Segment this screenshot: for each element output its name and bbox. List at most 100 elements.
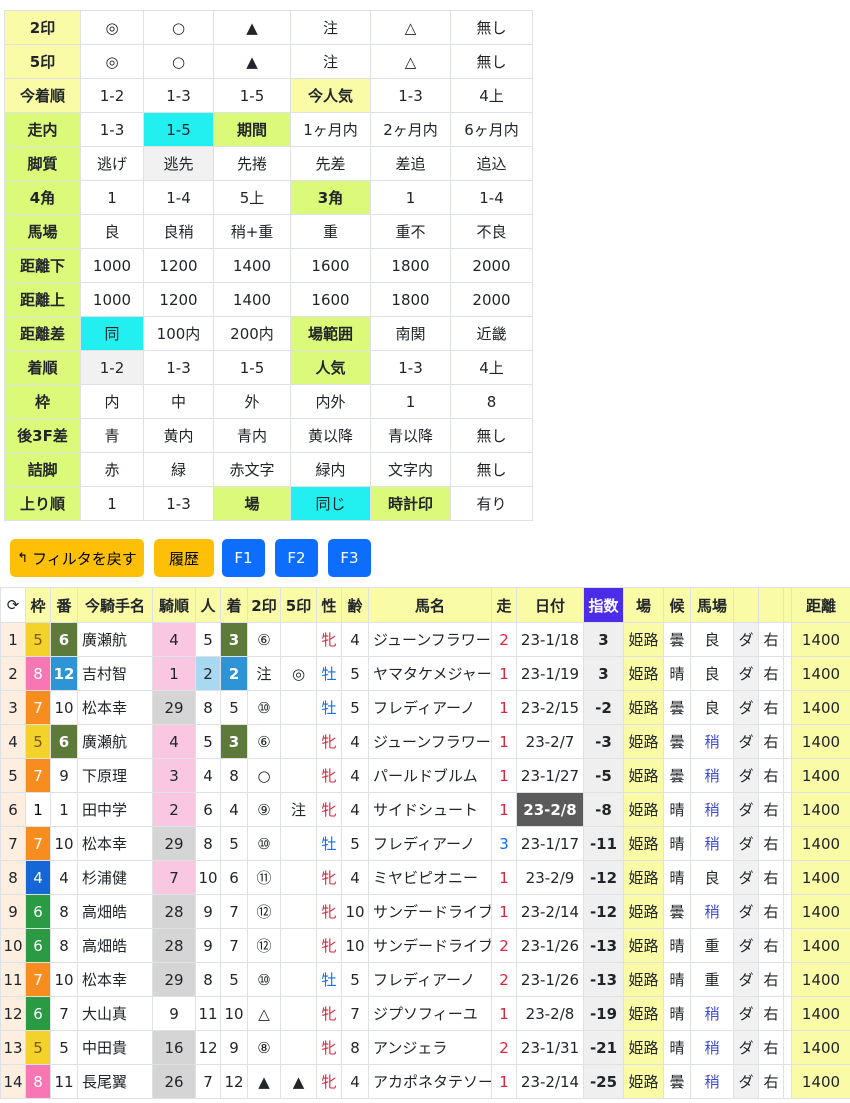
filter-option[interactable]: 無し (450, 10, 533, 45)
filter-option[interactable]: 先捲 (213, 146, 291, 181)
filter-option[interactable]: 2000 (450, 248, 533, 283)
filter-option[interactable]: 1-5 (213, 350, 291, 385)
column-header[interactable]: 走 (491, 587, 517, 623)
filter-option[interactable]: 良 (80, 214, 144, 249)
filter-option[interactable]: 無し (450, 452, 533, 487)
column-header[interactable]: 人 (195, 587, 221, 623)
filter-option[interactable]: 1200 (143, 248, 214, 283)
filter-option[interactable]: 無し (450, 418, 533, 453)
table-row[interactable]: 1 5 6 廣瀬航 4 5 3 ⑥ 牝 4 ジューンフラワー 2 23-1/18 3 姫路曇良ダ右 1400 (0, 622, 850, 657)
f3-button[interactable]: F3 (328, 539, 371, 577)
table-row[interactable]: 4 5 6 廣瀬航 4 5 3 ⑥ 牝 4 ジューンフラワー 1 23-2/7 -3 姫路曇稍ダ右 1400 (0, 724, 850, 759)
table-row[interactable]: 6 1 1 田中学 2 6 4 ⑨ 注牝 4 サイドシュート 1 23-2/8 -8 姫路晴稍ダ右 1400 (0, 792, 850, 827)
filter-option[interactable]: 1-3 (143, 78, 214, 113)
filter-option[interactable]: 重 (290, 214, 371, 249)
filter-option[interactable]: 南関 (370, 316, 451, 351)
filter-option[interactable]: 1 (370, 384, 451, 419)
filter-option[interactable]: 1-5 (213, 78, 291, 113)
table-row[interactable]: 12 6 7 大山真 9 11 10 △ 牝 7 ジプソフィーユ 1 23-2/8 -19 姫路晴稍ダ右 14… (0, 996, 850, 1031)
filter-option[interactable]: 1ヶ月内 (290, 112, 371, 147)
filter-option[interactable]: 1800 (370, 282, 451, 317)
table-row[interactable]: 9 6 8 高畑皓 28 9 7 ⑫ 牝 10 サンデードライブ 1 23-2/14 -12 姫路曇稍ダ右 1… (0, 894, 850, 929)
table-row[interactable]: 7 7 10 松本幸 29 8 5 ⑩ 牡 5 フレディアーノ 3 23-1/17 -11 姫路晴稍ダ右 14… (0, 826, 850, 861)
filter-option[interactable]: △ (370, 10, 451, 45)
filter-option[interactable]: 8 (450, 384, 533, 419)
column-header[interactable]: 日付 (516, 587, 584, 623)
filter-option[interactable]: 1800 (370, 248, 451, 283)
filter-option[interactable]: 4上 (450, 350, 533, 385)
filter-option[interactable]: 1400 (213, 282, 291, 317)
f2-button[interactable]: F2 (275, 539, 318, 577)
filter-option[interactable]: 無し (450, 44, 533, 79)
filter-option[interactable]: 先差 (290, 146, 371, 181)
column-header[interactable]: 馬名 (368, 587, 492, 623)
filter-option[interactable]: 1-2 (80, 78, 144, 113)
filter-option[interactable]: 6ヶ月内 (450, 112, 533, 147)
filter-option[interactable]: 1-3 (370, 78, 451, 113)
filter-option[interactable]: ◎ (80, 10, 144, 45)
filter-option[interactable]: 中 (143, 384, 214, 419)
column-header[interactable]: 場 (623, 587, 664, 623)
filter-option[interactable]: 1 (80, 486, 144, 521)
filter-option[interactable]: ◎ (80, 44, 144, 79)
filter-option[interactable]: 文字内 (370, 452, 451, 487)
filter-option[interactable]: ▲ (213, 10, 291, 45)
filter-option[interactable]: 稍+重 (213, 214, 291, 249)
table-row[interactable]: 5 7 9 下原理 3 4 8 ○ 牝 4 パールドブルム 1 23-1/27 -5 姫路曇稍ダ右 1400 (0, 758, 850, 793)
table-row[interactable]: 3 7 10 松本幸 29 8 5 ⑩ 牡 5 フレディアーノ 1 23-2/15 -2 姫路曇良ダ右 140… (0, 690, 850, 725)
filter-option[interactable]: 1-4 (143, 180, 214, 215)
refresh-icon[interactable]: ⟳ (0, 587, 26, 623)
filter-option[interactable]: 重不 (370, 214, 451, 249)
filter-option[interactable]: 100内 (143, 316, 214, 351)
filter-option[interactable]: 1 (370, 180, 451, 215)
filter-option[interactable]: ○ (143, 10, 214, 45)
column-header[interactable]: 2印 (247, 587, 281, 623)
column-header[interactable]: 今騎手名 (77, 587, 153, 623)
filter-option[interactable]: 1000 (80, 282, 144, 317)
filter-option[interactable]: 4上 (450, 78, 533, 113)
filter-option[interactable]: 2ヶ月内 (370, 112, 451, 147)
filter-option[interactable]: 外 (213, 384, 291, 419)
table-row[interactable]: 14811長尾翼26712▲▲牝4アカポネタテソーロ123-2/14-25姫路曇… (0, 1064, 850, 1099)
filter-option[interactable]: 不良 (450, 214, 533, 249)
column-header[interactable]: 指数 (583, 587, 624, 623)
column-header[interactable]: 齢 (341, 587, 369, 623)
filter-option[interactable]: 1000 (80, 248, 144, 283)
filter-option[interactable]: 1600 (290, 248, 371, 283)
filter-option[interactable]: 1400 (213, 248, 291, 283)
column-header[interactable]: 性 (316, 587, 342, 623)
filter-option[interactable]: 1-5 (143, 112, 214, 147)
filter-option[interactable]: ▲ (213, 44, 291, 79)
filter-option[interactable]: 1-2 (80, 350, 144, 385)
filter-option[interactable]: 5上 (213, 180, 291, 215)
filter-option[interactable]: 1-3 (143, 350, 214, 385)
filter-option[interactable]: 青 (80, 418, 144, 453)
table-row[interactable]: 8 4 4 杉浦健 7 10 6 ⑪ 牝 4 ミヤビピオニー 1 23-2/9 -12 姫路晴良ダ右 1400 (0, 860, 850, 895)
column-header[interactable]: 馬場 (690, 587, 734, 623)
column-header[interactable]: 候 (663, 587, 691, 623)
filter-option[interactable]: 1-4 (450, 180, 533, 215)
filter-option[interactable]: 良稍 (143, 214, 214, 249)
column-header[interactable] (733, 587, 759, 623)
filter-option[interactable]: 同じ (290, 486, 371, 521)
filter-option[interactable]: 1-3 (80, 112, 144, 147)
filter-option[interactable]: 1 (80, 180, 144, 215)
filter-option[interactable]: 1200 (143, 282, 214, 317)
filter-option[interactable]: 黄内 (143, 418, 214, 453)
table-row[interactable]: 2 8 12 吉村智 1 2 2 注 ◎ 牡 5 ヤマタケメジャー 1 23-1/19 3 姫路晴良ダ右 140… (0, 656, 850, 691)
filter-option[interactable]: 緑内 (290, 452, 371, 487)
filter-option[interactable]: 注 (290, 10, 371, 45)
column-header[interactable]: 枠 (25, 587, 51, 623)
column-header[interactable] (758, 587, 784, 623)
column-header[interactable]: 番 (50, 587, 78, 623)
filter-option[interactable]: △ (370, 44, 451, 79)
column-header[interactable]: 5印 (280, 587, 317, 623)
filter-option[interactable]: 緑 (143, 452, 214, 487)
filter-option[interactable]: 青以降 (370, 418, 451, 453)
column-header[interactable]: 距離 (791, 587, 850, 623)
filter-option[interactable]: 差追 (370, 146, 451, 181)
table-row[interactable]: 11 7 10 松本幸 29 8 5 ⑩ 牡 5 フレディアーノ 2 23-1/26 -13 姫路晴重ダ右 1… (0, 962, 850, 997)
filter-option[interactable]: 近畿 (450, 316, 533, 351)
table-row[interactable]: 10 6 8 高畑皓 28 9 7 ⑫ 牝 10 サンデードライブ 2 23-1/26 -13 姫路晴重ダ右… (0, 928, 850, 963)
filter-option[interactable]: 内 (80, 384, 144, 419)
